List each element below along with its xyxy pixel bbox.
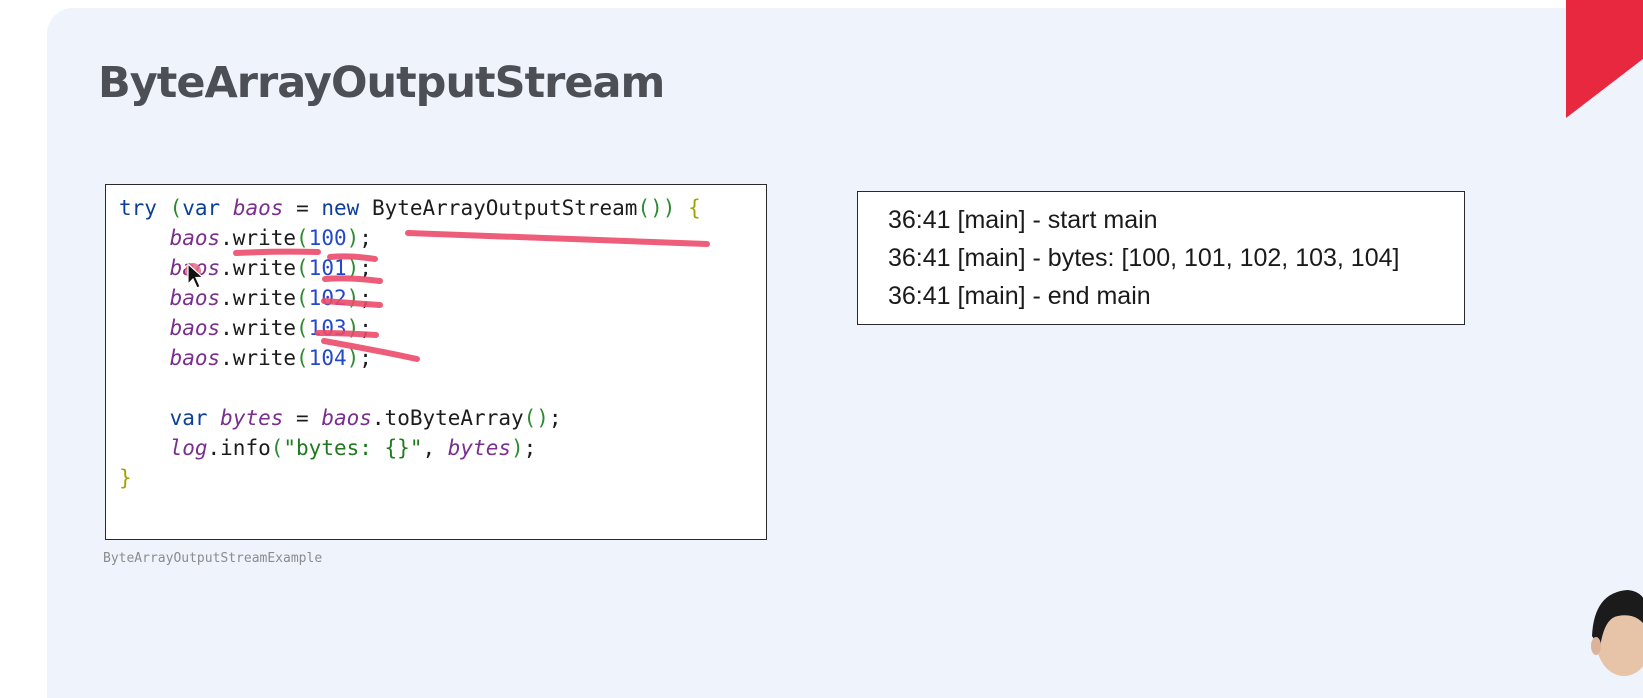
console-line: 36:41 [main] - start main xyxy=(888,206,1158,234)
code-block: try (var baos = new ByteArrayOutputStrea… xyxy=(119,193,701,493)
console-line: 36:41 [main] - bytes: [100, 101, 102, 10… xyxy=(888,244,1400,272)
code-line-8: var bytes = baos.toByteArray(); xyxy=(169,406,562,430)
code-caption: ByteArrayOutputStreamExample xyxy=(103,551,323,566)
code-panel: try (var baos = new ByteArrayOutputStrea… xyxy=(105,184,767,540)
code-line-4: baos.write(102); xyxy=(169,286,372,310)
presenter-video-thumbnail xyxy=(1591,590,1643,676)
code-line-10: } xyxy=(119,466,132,490)
console-output-panel: 36:41 [main] - start main 36:41 [main] -… xyxy=(857,191,1465,325)
code-line-1: try (var baos = new ByteArrayOutputStrea… xyxy=(119,196,701,220)
slide-title: ByteArrayOutputStream xyxy=(98,58,665,108)
console-line: 36:41 [main] - end main xyxy=(888,282,1151,310)
mouse-pointer-icon xyxy=(187,262,205,289)
code-line-2: baos.write(100); xyxy=(169,226,372,250)
code-line-3: baos.write(101); xyxy=(169,256,372,280)
code-line-9: log.info("bytes: {}", bytes); xyxy=(169,436,537,460)
code-line-6: baos.write(104); xyxy=(169,346,372,370)
code-line-5: baos.write(103); xyxy=(169,316,372,340)
